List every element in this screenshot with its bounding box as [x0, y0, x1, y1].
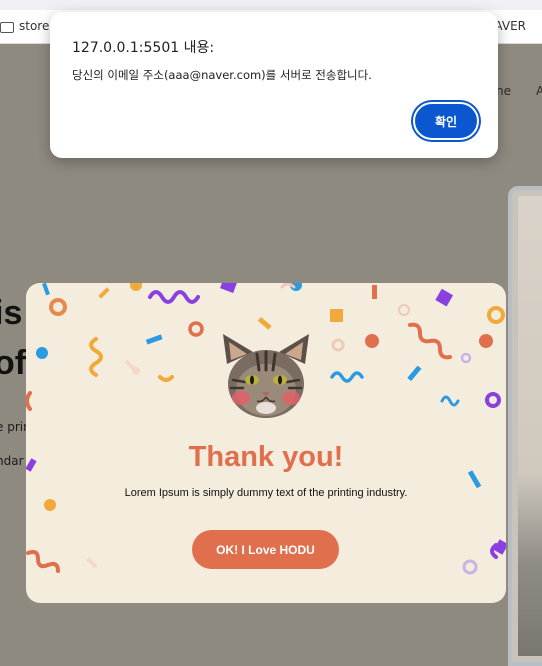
tab-strip [0, 0, 542, 10]
bookmark-naver[interactable]: AVER [494, 19, 526, 33]
thank-you-modal: Thank you! Lorem Ipsum is simply dummy t… [26, 283, 506, 603]
confirm-button[interactable]: 확인 [413, 102, 479, 140]
hero-title-line-1: is [0, 294, 23, 332]
browser-alert-dialog: 127.0.0.1:5501 내용: 당신의 이메일 주소(aaa@naver.… [50, 12, 498, 158]
folder-icon[interactable] [0, 22, 14, 33]
nav-link[interactable]: A [536, 84, 542, 98]
modal-title: Thank you! [188, 441, 344, 473]
alert-message: 당신의 이메일 주소(aaa@naver.com)를 서버로 전송합니다. [72, 68, 372, 82]
ok-button[interactable]: OK! I Love HODU [192, 530, 339, 569]
hero-text-line-2: ndar [0, 454, 24, 468]
modal-text: Lorem Ipsum is simply dummy text of the … [124, 487, 408, 499]
hero-image [508, 186, 542, 666]
alert-title: 127.0.0.1:5501 내용: [72, 40, 215, 56]
bookmark-store[interactable]: store [19, 19, 49, 33]
hero-title-line-2: of [0, 344, 27, 382]
nav-home-link[interactable]: ne [496, 84, 511, 98]
cat-face-image [223, 334, 309, 418]
